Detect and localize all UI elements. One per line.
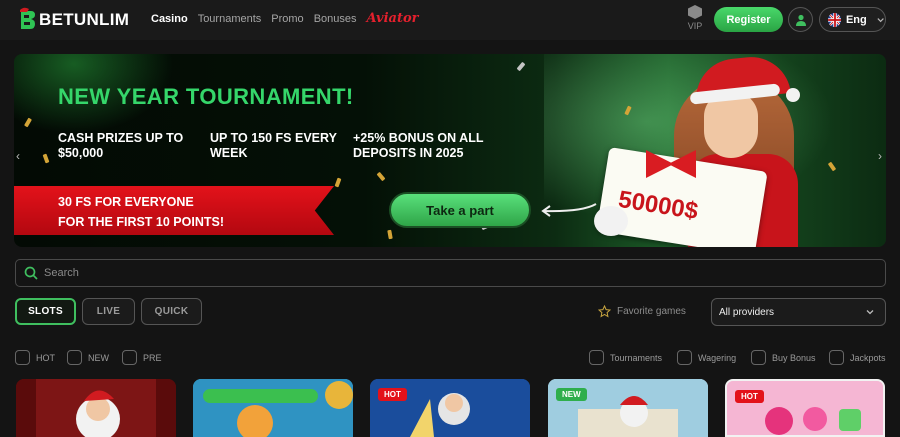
nav-promo[interactable]: Promo [271,13,303,26]
game-card-zeus[interactable]: HOT [370,379,530,437]
take-part-button[interactable]: Take a part [389,192,531,228]
hot-badge: HOT [378,388,407,401]
confetti [376,171,386,182]
banner-perk-bonus: +25% BONUS ON ALL DEPOSITS IN 2025 [353,131,484,160]
checkbox[interactable] [589,350,604,365]
santa-artwork [16,379,176,437]
star-icon [598,305,611,318]
checkbox[interactable] [15,350,30,365]
new-badge: NEW [556,388,587,401]
logo-text: BETUNLIM [39,10,130,29]
ribbon-line-2: FOR THE FIRST 10 POINTS! [58,215,224,229]
game-card-santa[interactable] [16,379,176,437]
top-header: BETUNLIM Casino Tournaments Promo Bonuse… [0,0,900,40]
banner-next-arrow[interactable]: › [878,149,882,163]
confetti [42,153,50,164]
banner-perk-cash: CASH PRIZES UP TO $50,000 [58,131,184,160]
nav-casino[interactable]: Casino [151,13,188,26]
language-selector[interactable]: Eng [819,7,886,32]
ribbon-line-1: 30 FS FOR EVERYONE [58,195,194,209]
game-card-sweet[interactable]: HOT [725,379,885,437]
checkbox[interactable] [122,350,137,365]
language-label: Eng [845,13,867,26]
uk-flag-icon [828,12,841,27]
filter-label: NEW [88,352,109,363]
tab-quick[interactable]: QUICK [141,298,202,325]
filter-wagering[interactable]: Wagering [677,350,736,365]
user-button[interactable] [788,7,813,32]
filter-label: Buy Bonus [772,352,816,363]
search-input[interactable] [44,267,844,279]
ribbon-text: 30 FS FOR EVERYONE FOR THE FIRST 10 POIN… [58,192,224,232]
favorite-games-label: Favorite games [617,306,686,317]
checkbox[interactable] [677,350,692,365]
nav-tournaments[interactable]: Tournaments [198,13,262,26]
filter-hot[interactable]: HOT [15,350,55,365]
filter-label: HOT [36,352,55,363]
game-card-fortune[interactable] [193,379,353,437]
arrow-left-icon [541,203,597,217]
filter-label: PRE [143,352,162,363]
banner-prev-arrow[interactable]: ‹ [16,149,20,163]
confetti [387,229,393,240]
vip-hex-icon [688,5,702,19]
filter-pre[interactable]: PRE [122,350,162,365]
checkbox[interactable] [829,350,844,365]
promo-banner[interactable]: NEW YEAR TOURNAMENT! CASH PRIZES UP TO $… [14,54,886,247]
confetti [516,61,526,72]
hot-badge: HOT [735,390,764,403]
search-icon [24,266,38,280]
checkbox[interactable] [67,350,82,365]
provider-select[interactable]: All providers [711,298,886,326]
main-nav: Casino Tournaments Promo Bonuses Aviator [151,11,419,26]
chevron-down-icon [866,310,874,315]
vip-label: VIP [687,21,703,31]
filter-new[interactable]: NEW [67,350,109,365]
game-card-santa-zeus[interactable]: NEW [548,379,708,437]
favorite-games-link[interactable]: Favorite games [598,305,686,318]
banner-title: NEW YEAR TOURNAMENT! [58,84,354,109]
filter-jackpots[interactable]: Jackpots [829,350,886,365]
filter-label: Jackpots [850,352,886,363]
search-bar[interactable] [15,259,886,287]
filter-label: Tournaments [610,352,663,363]
chevron-down-icon [877,17,884,22]
register-button[interactable]: Register [714,7,783,32]
filter-label: Wagering [698,352,737,363]
user-icon [795,14,806,26]
fortune-artwork [193,379,353,437]
checkbox[interactable] [751,350,766,365]
logo-mark-icon [18,7,36,33]
nav-bonuses[interactable]: Bonuses [314,13,357,26]
santa-hat-pom [786,88,800,102]
confetti [334,177,342,188]
filter-tournaments[interactable]: Tournaments [589,350,662,365]
provider-select-value: All providers [719,306,775,318]
banner-perk-fs: UP TO 150 FS EVERY WEEK [210,131,337,160]
vip-link[interactable]: VIP [685,5,705,31]
logo[interactable]: BETUNLIM [18,6,129,34]
filter-buy-bonus[interactable]: Buy Bonus [751,350,816,365]
tab-slots[interactable]: SLOTS [15,298,76,325]
tab-live[interactable]: LIVE [82,298,135,325]
nav-aviator[interactable]: Aviator [367,11,419,26]
